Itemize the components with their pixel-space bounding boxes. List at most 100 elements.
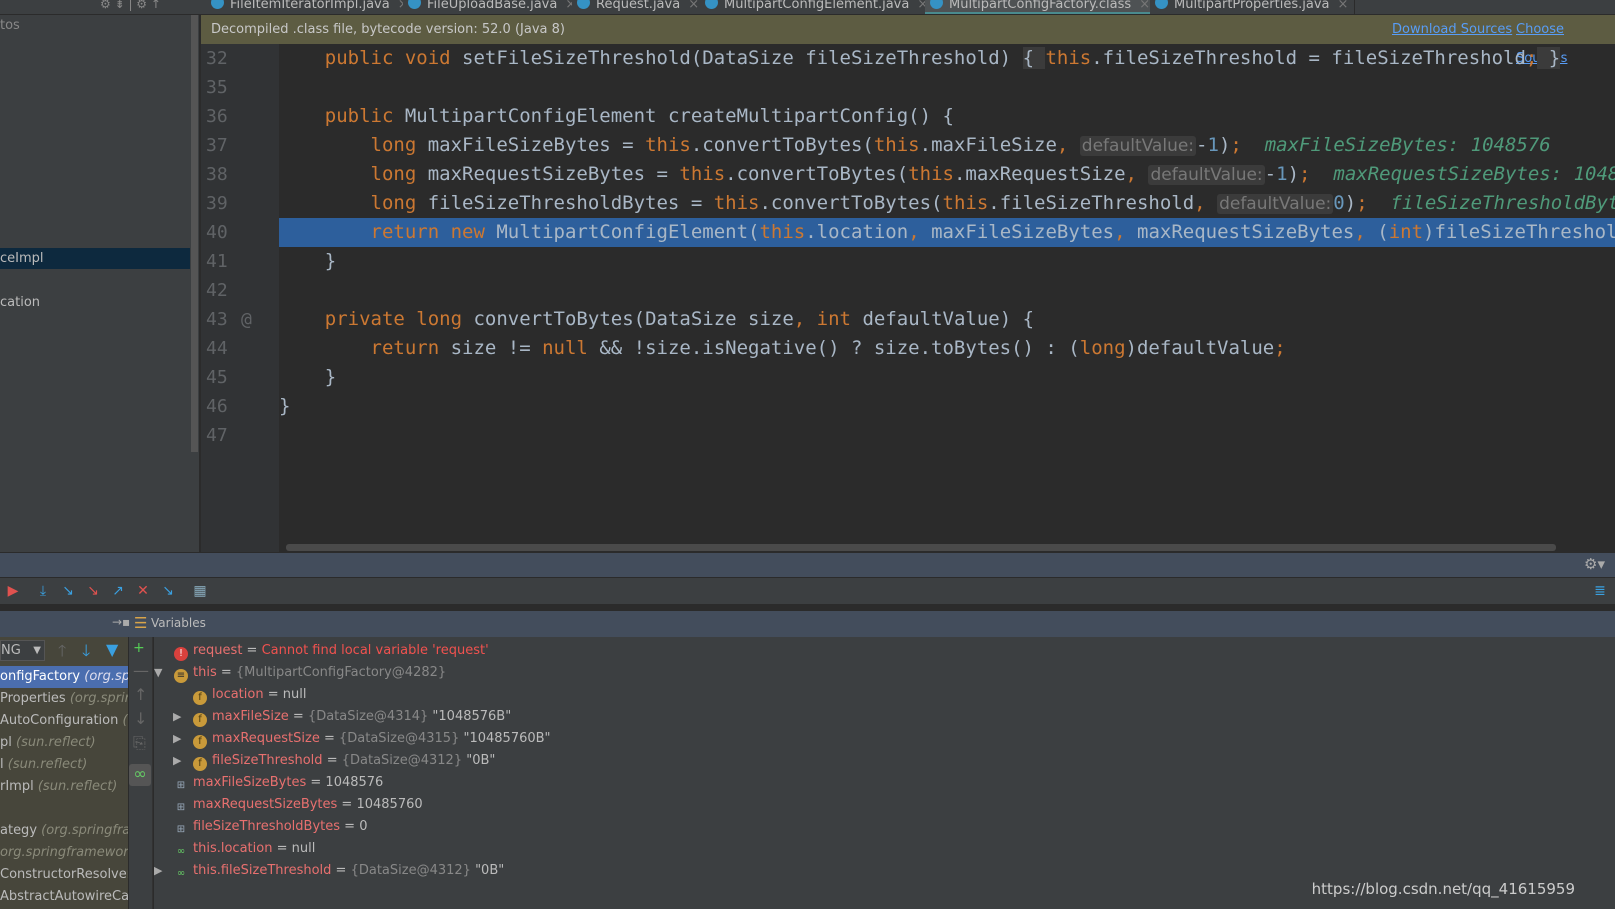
project-item[interactable]: tos bbox=[0, 15, 190, 36]
stack-frame[interactable]: AutoConfiguration (o bbox=[0, 710, 128, 732]
variable-row[interactable]: f location = null bbox=[193, 684, 306, 706]
expand-arrow-icon[interactable]: ▶ bbox=[173, 754, 181, 767]
code-line[interactable] bbox=[279, 276, 1615, 305]
tab-0[interactable]: FileItemIteratorImpl.java× bbox=[206, 0, 416, 14]
project-item[interactable]: cation bbox=[0, 292, 190, 313]
close-icon[interactable]: × bbox=[1139, 0, 1150, 12]
settings-icon[interactable]: ⚙ ⇟ | ⚙ ↑ bbox=[100, 0, 161, 11]
variable-row[interactable]: f maxRequestSize = {DataSize@4315} "10485… bbox=[193, 728, 551, 750]
stack-frame[interactable]: Properties (org.spring bbox=[0, 688, 128, 710]
stack-frame[interactable]: org.springframework bbox=[0, 842, 128, 864]
line-number: 37 bbox=[206, 135, 228, 156]
code-line[interactable]: return new MultipartConfigElement(this.l… bbox=[279, 218, 1615, 247]
drop-frame-icon[interactable]: ✕ bbox=[134, 582, 152, 600]
code-line[interactable]: } bbox=[279, 247, 1615, 276]
tab-5[interactable]: MultipartProperties.java × bbox=[1150, 0, 1356, 14]
download-sources-link[interactable]: Download Sources bbox=[1392, 15, 1512, 44]
code-token: 1 bbox=[1276, 163, 1288, 185]
stack-frame[interactable] bbox=[0, 798, 128, 820]
variable-row[interactable]: ⊞ maxFileSizeBytes = 1048576 bbox=[174, 772, 384, 794]
code-line[interactable]: long fileSizeThresholdBytes = this.conve… bbox=[279, 189, 1615, 218]
code-line[interactable]: public MultipartConfigElement createMult… bbox=[279, 102, 1615, 131]
run-to-cursor-icon[interactable]: ↘ bbox=[159, 582, 177, 600]
code-line[interactable]: long maxFileSizeBytes = this.convertToBy… bbox=[279, 131, 1615, 160]
code-token: long bbox=[370, 192, 428, 214]
tab-4[interactable]: MultipartConfigFactory.class × bbox=[925, 0, 1158, 14]
stack-frame[interactable]: rImpl (sun.reflect) bbox=[0, 776, 128, 798]
close-icon[interactable]: × bbox=[688, 0, 699, 12]
expand-arrow-icon[interactable]: ▶ bbox=[154, 864, 162, 877]
force-step-into-icon[interactable]: ↘ bbox=[84, 582, 102, 600]
stack-frame[interactable]: onfigFactory (org.spr bbox=[0, 666, 128, 688]
code-token: this bbox=[908, 163, 954, 185]
code-token: } bbox=[279, 395, 291, 417]
variable-row[interactable]: ≡ this = {MultipartConfigFactory@4282} bbox=[174, 662, 446, 684]
pin-icon[interactable]: →▪ bbox=[112, 615, 130, 629]
variable-row[interactable]: ⊞ maxRequestSizeBytes = 10485760 bbox=[174, 794, 423, 816]
tab-2[interactable]: Request.java × bbox=[572, 0, 707, 14]
code-editor[interactable]: public void setFileSizeThreshold(DataSiz… bbox=[279, 44, 1615, 544]
restore-layout-icon[interactable]: ≣ bbox=[1591, 582, 1609, 600]
step-into-icon[interactable]: ↘ bbox=[59, 582, 77, 600]
variable-row[interactable]: f maxFileSize = {DataSize@4314} "1048576B… bbox=[193, 706, 511, 728]
parameter-hint: defaultValue: bbox=[1079, 136, 1197, 156]
code-line[interactable]: private long convertToBytes(DataSize siz… bbox=[279, 305, 1615, 334]
stack-frame[interactable]: ConstructorResolver ( bbox=[0, 864, 128, 886]
stack-frame[interactable]: ategy (org.springfrar bbox=[0, 820, 128, 842]
stack-frame[interactable]: l (sun.reflect) bbox=[0, 754, 128, 776]
move-up-icon[interactable]: ↑ bbox=[134, 685, 147, 704]
thread-name: NG bbox=[1, 643, 21, 658]
code-line[interactable] bbox=[279, 73, 1615, 102]
equals: = bbox=[331, 863, 351, 878]
tab-1[interactable]: FileUploadBase.java × bbox=[403, 0, 584, 14]
project-scrollbar[interactable] bbox=[191, 15, 198, 452]
code-line[interactable]: } bbox=[279, 363, 1615, 392]
stack-frame[interactable]: AbstractAutowireCa bbox=[0, 886, 128, 908]
remove-watch-icon[interactable]: — bbox=[133, 661, 149, 680]
step-out-icon[interactable]: ↗ bbox=[109, 582, 127, 600]
override-marker-icon[interactable]: @ bbox=[241, 305, 271, 334]
line-number: 46 bbox=[206, 396, 228, 417]
class-file-icon bbox=[1155, 0, 1168, 9]
line-number: 36 bbox=[206, 106, 228, 127]
code-line[interactable]: return size != null && !size.isNegative(… bbox=[279, 334, 1615, 363]
variable-name: this bbox=[193, 665, 217, 680]
variable-row[interactable]: ∞ this.location = null bbox=[174, 838, 315, 860]
arrow-down-icon[interactable]: 🡓 bbox=[82, 640, 90, 667]
variable-row[interactable]: ∞ this.fileSizeThreshold = {DataSize@4312… bbox=[174, 860, 504, 882]
code-token: , bbox=[1194, 192, 1218, 214]
code-line[interactable]: } bbox=[279, 392, 1615, 421]
field-icon: f bbox=[193, 713, 207, 727]
code-line[interactable]: long maxRequestSizeBytes = this.convertT… bbox=[279, 160, 1615, 189]
step-over-icon[interactable]: ⤓ bbox=[34, 582, 52, 600]
move-down-icon[interactable]: ↓ bbox=[134, 709, 147, 728]
arrow-up-icon[interactable]: 🡑 bbox=[58, 640, 66, 667]
show-watches-toggle[interactable]: ∞ bbox=[129, 764, 151, 786]
copy-icon[interactable]: ⎘ bbox=[133, 733, 146, 753]
new-watch-icon[interactable]: + bbox=[133, 640, 145, 656]
line-number: 44 bbox=[206, 338, 228, 359]
stack-frame[interactable]: pl (sun.reflect) bbox=[0, 732, 128, 754]
close-icon[interactable]: × bbox=[1338, 0, 1349, 12]
variable-value: "0B" bbox=[470, 863, 505, 878]
code-token: ; bbox=[1356, 192, 1368, 214]
thread-selector[interactable]: NG ▼ bbox=[0, 640, 45, 661]
variable-row[interactable]: ! request = Cannot find local variable 'r… bbox=[174, 640, 489, 662]
evaluate-expression-icon[interactable]: ▦ bbox=[191, 582, 209, 600]
code-line[interactable]: public void setFileSizeThreshold(DataSiz… bbox=[279, 44, 1615, 73]
gear-icon[interactable]: ⚙▾ bbox=[1584, 555, 1605, 573]
horizontal-scrollbar[interactable] bbox=[286, 544, 1556, 551]
code-token: this bbox=[645, 134, 691, 156]
tab-3[interactable]: MultipartConfigElement.java × bbox=[700, 0, 936, 14]
code-token: this bbox=[1045, 47, 1092, 69]
code-line[interactable] bbox=[279, 421, 1615, 450]
collapse-arrow-icon[interactable]: ▼ bbox=[154, 666, 162, 679]
project-item-selected[interactable]: ceImpl bbox=[0, 248, 190, 269]
variable-row[interactable]: ⊞ fileSizeThresholdBytes = 0 bbox=[174, 816, 368, 838]
filter-icon[interactable]: ▼ bbox=[106, 640, 118, 659]
expand-arrow-icon[interactable]: ▶ bbox=[173, 732, 181, 745]
show-execution-point-icon[interactable]: ▶ bbox=[4, 582, 22, 600]
expand-arrow-icon[interactable]: ▶ bbox=[173, 710, 181, 723]
variable-row[interactable]: f fileSizeThreshold = {DataSize@4312} "0B… bbox=[193, 750, 495, 772]
